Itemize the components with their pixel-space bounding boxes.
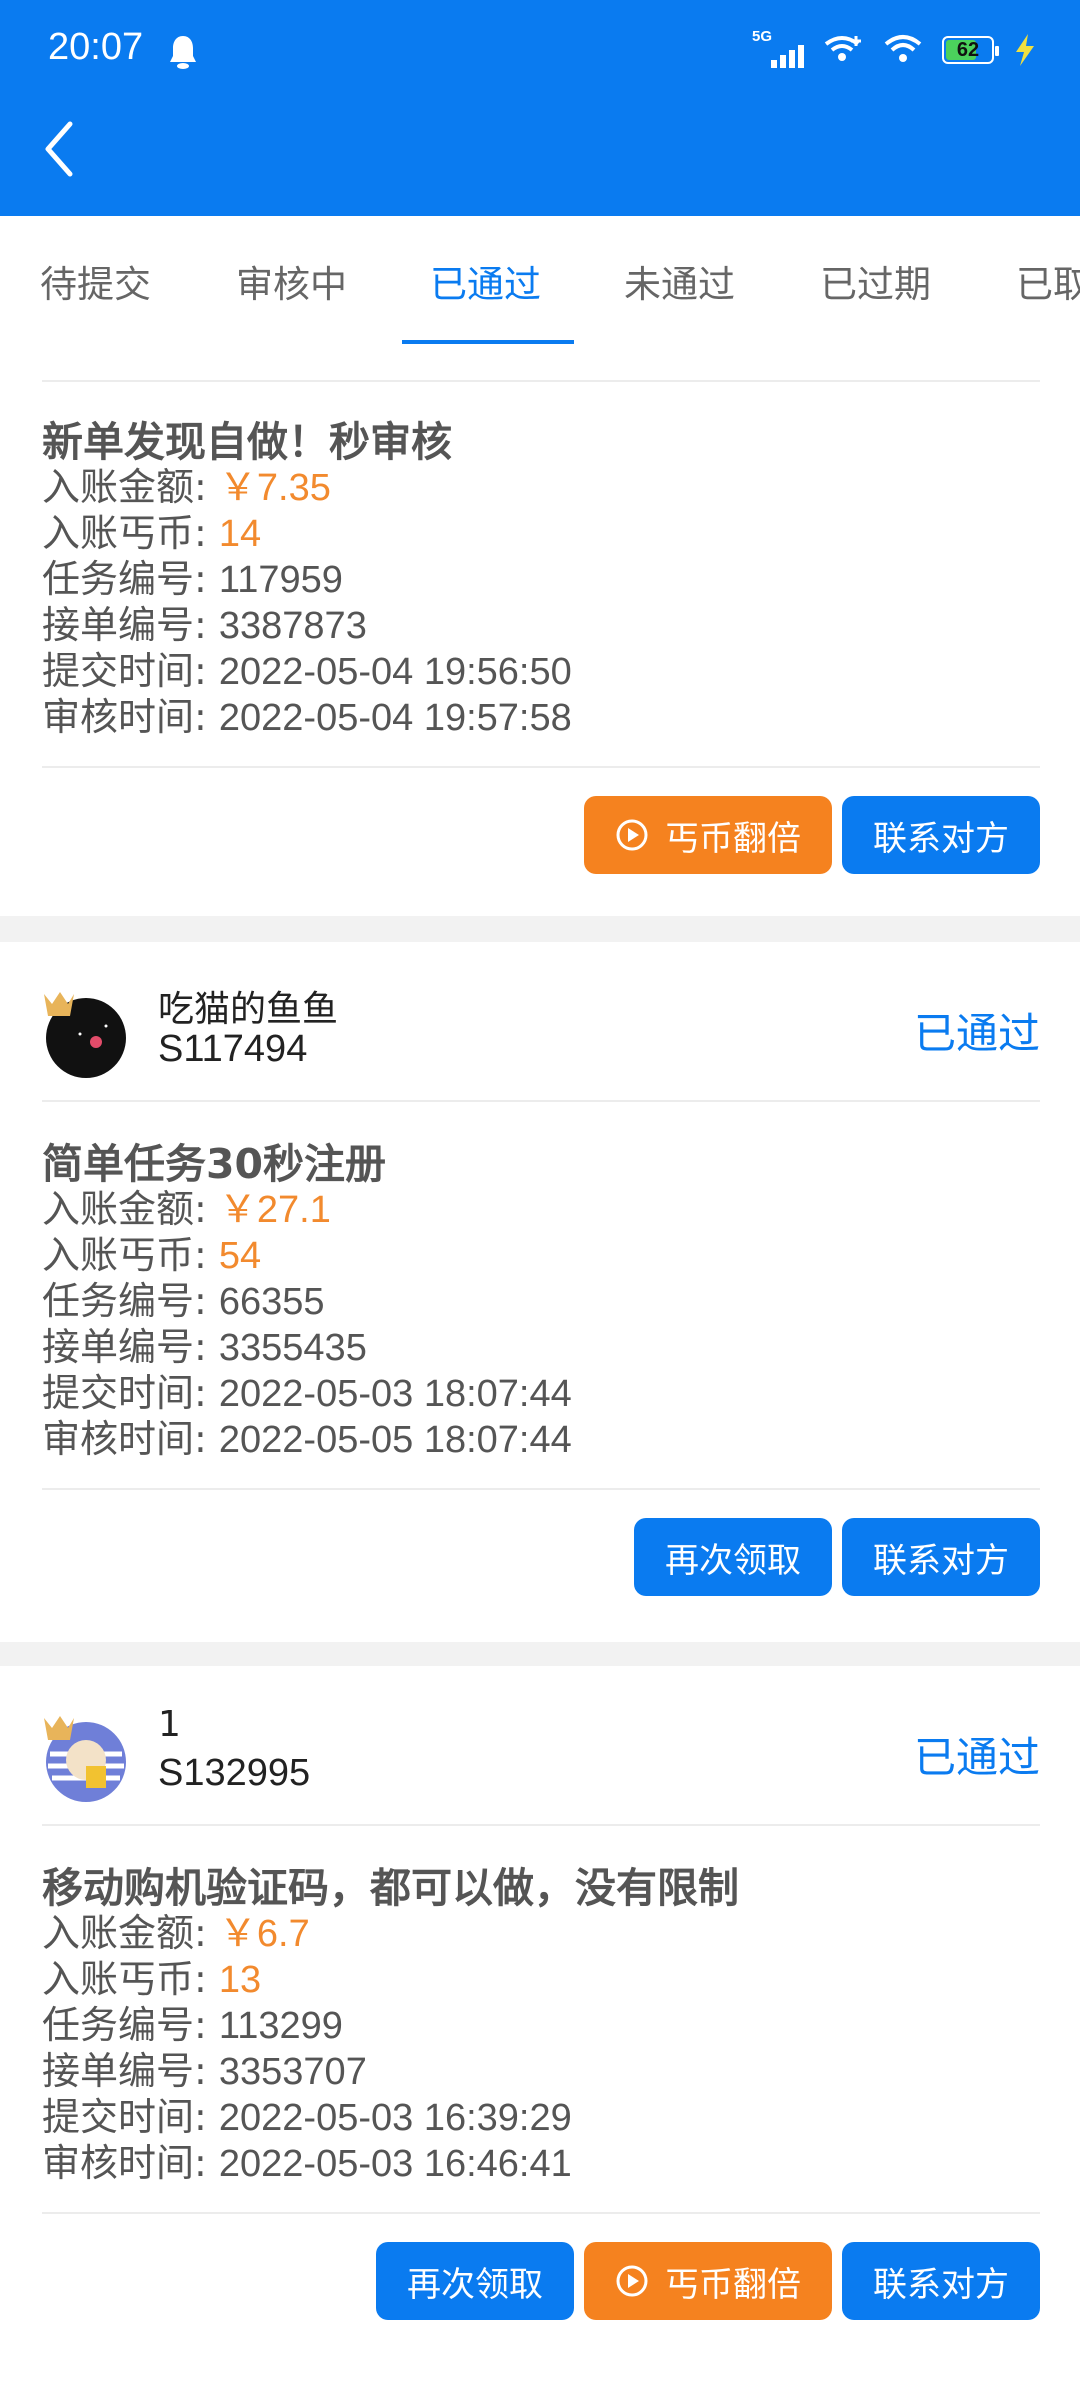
- task-no-line: 任务编号: 117959: [42, 557, 343, 601]
- publisher-name: 吃猫的鱼鱼: [158, 989, 339, 1030]
- status-tabs: 待提交 审核中 已通过 未通过 已过期 已取: [0, 216, 1080, 346]
- tab-indicator: [402, 340, 574, 344]
- status-icons: 5G 62: [752, 28, 1036, 68]
- order-card: 吃猫的鱼鱼 S117494 已通过 简单任务30秒注册 入账金额: ￥27.1 …: [0, 942, 1080, 1642]
- charging-icon: [1016, 34, 1034, 66]
- double-coins-button[interactable]: 丐币翻倍: [584, 796, 832, 874]
- contact-button[interactable]: 联系对方: [842, 2242, 1040, 2320]
- amount-line: 入账金额: ￥27.1: [42, 1187, 331, 1231]
- order-no-line: 接单编号: 3355435: [42, 1325, 367, 1369]
- contact-button[interactable]: 联系对方: [842, 796, 1040, 874]
- battery-icon: 62: [942, 36, 999, 64]
- order-no-line: 接单编号: 3387873: [42, 603, 367, 647]
- status-badge: 已通过: [913, 1733, 1040, 1782]
- task-title: 简单任务30秒注册: [42, 1140, 387, 1188]
- task-no-line: 任务编号: 66355: [42, 1279, 325, 1323]
- amount-line: 入账金额: ￥6.7: [42, 1911, 310, 1955]
- review-time-line: 审核时间: 2022-05-03 16:46:41: [42, 2141, 572, 2185]
- qq-notification-icon: [170, 36, 196, 69]
- publisher-id: S117494: [158, 1028, 308, 1070]
- submit-time-line: 提交时间: 2022-05-04 19:56:50: [42, 649, 572, 693]
- review-time-line: 审核时间: 2022-05-04 19:57:58: [42, 695, 572, 739]
- order-card: 新单发现自做！秒审核 入账金额: ￥7.35 入账丐币: 14 任务编号: 11…: [0, 346, 1080, 916]
- coins-line: 入账丐币: 13: [42, 1957, 262, 2001]
- publisher-name: 1: [158, 1704, 181, 1745]
- tab-under-review[interactable]: 审核中: [236, 254, 347, 308]
- contact-button[interactable]: 联系对方: [842, 1518, 1040, 1596]
- task-title: 移动购机验证码，都可以做，没有限制: [42, 1864, 739, 1912]
- play-icon: [616, 819, 648, 851]
- submit-time-line: 提交时间: 2022-05-03 16:39:29: [42, 2095, 572, 2139]
- coins-line: 入账丐币: 54: [42, 1233, 262, 1277]
- wifi-plus-icon: [824, 36, 861, 61]
- order-card: 1 S132995 已通过 移动购机验证码，都可以做，没有限制 入账金额: ￥6…: [0, 1666, 1080, 2400]
- tab-cancelled[interactable]: 已取: [1016, 254, 1080, 308]
- submit-time-line: 提交时间: 2022-05-03 18:07:44: [42, 1371, 572, 1415]
- tab-expired[interactable]: 已过期: [820, 254, 931, 308]
- task-no-line: 任务编号: 113299: [42, 2003, 343, 2047]
- avatar[interactable]: [40, 986, 132, 1078]
- status-time: 20:07: [48, 26, 144, 68]
- back-arrow-icon[interactable]: [40, 118, 88, 180]
- publisher-row: 1 S132995 已通过: [0, 1666, 1080, 1826]
- publisher-id: S132995: [158, 1752, 311, 1794]
- tab-pending-submit[interactable]: 待提交: [40, 254, 151, 308]
- amount-line: 入账金额: ￥7.35: [42, 465, 331, 509]
- publisher-row: 吃猫的鱼鱼 S117494 已通过: [0, 942, 1080, 1102]
- cell-signal-icon: 5G: [752, 28, 804, 68]
- task-title: 新单发现自做！秒审核: [42, 418, 452, 466]
- review-time-line: 审核时间: 2022-05-05 18:07:44: [42, 1417, 572, 1461]
- tab-rejected[interactable]: 未通过: [624, 254, 735, 308]
- double-coins-button[interactable]: 丐币翻倍: [584, 2242, 832, 2320]
- wifi-icon: [884, 35, 922, 62]
- tab-approved[interactable]: 已通过: [430, 254, 541, 308]
- reclaim-button[interactable]: 再次领取: [634, 1518, 832, 1596]
- coins-line: 入账丐币: 14: [42, 511, 262, 555]
- app-header: 20:07 5G 62: [0, 0, 1080, 216]
- avatar[interactable]: [40, 1710, 132, 1802]
- order-list: 新单发现自做！秒审核 入账金额: ￥7.35 入账丐币: 14 任务编号: 11…: [0, 346, 1080, 2400]
- status-badge: 已通过: [913, 1009, 1040, 1058]
- order-no-line: 接单编号: 3353707: [42, 2049, 367, 2093]
- reclaim-button[interactable]: 再次领取: [376, 2242, 574, 2320]
- play-icon: [616, 2265, 648, 2297]
